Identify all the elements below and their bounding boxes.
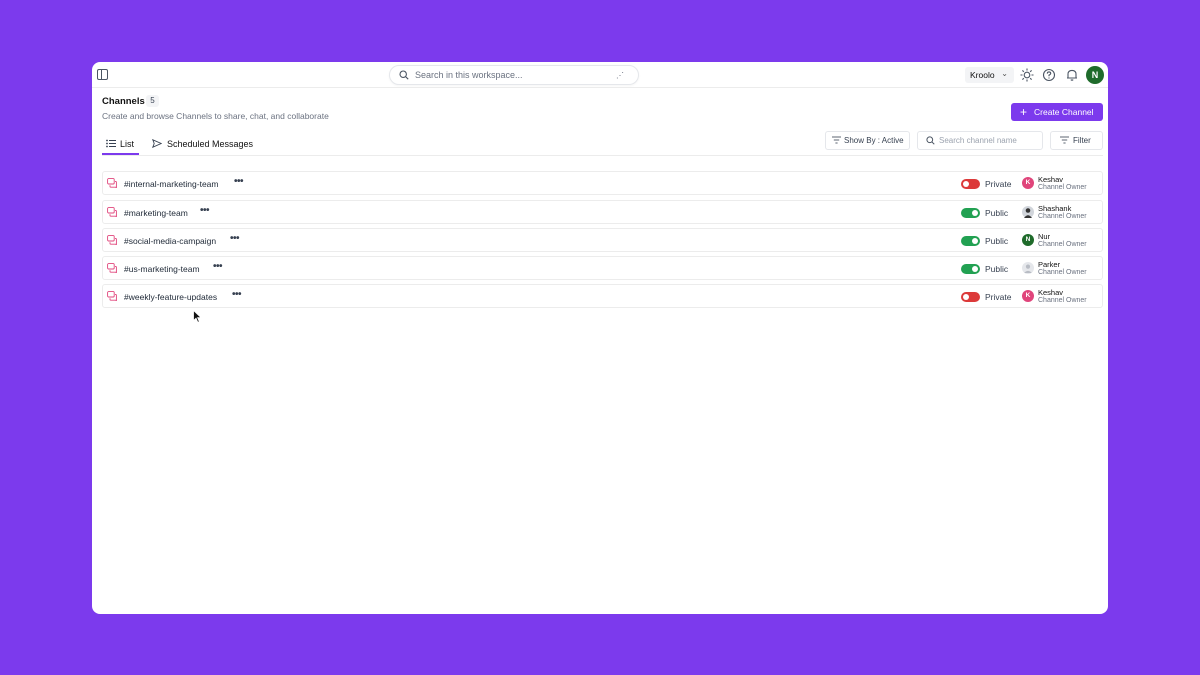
bell-icon[interactable] [1065, 68, 1079, 82]
workspace-search-input[interactable]: Search in this workspace... ⋰ [389, 65, 639, 85]
filter-label: Filter [1073, 136, 1091, 145]
channel-name[interactable]: #internal-marketing-team [124, 179, 218, 189]
owner-role: Channel Owner [1038, 297, 1087, 304]
create-channel-button[interactable]: + Create Channel [1011, 103, 1103, 121]
channel-name[interactable]: #weekly-feature-updates [124, 292, 217, 302]
show-by-label: Show By : Active [844, 136, 904, 145]
channel-chat-icon [107, 263, 117, 273]
channel-chat-icon [107, 235, 117, 245]
visibility-toggle[interactable] [961, 236, 980, 246]
search-icon [399, 70, 409, 80]
list-icon [106, 139, 116, 148]
page-title: Channels [102, 96, 145, 107]
channel-name[interactable]: #us-marketing-team [124, 264, 200, 274]
theme-sun-icon[interactable] [1020, 68, 1034, 82]
plus-icon: + [1020, 105, 1028, 119]
filter-lines-icon [832, 136, 841, 144]
search-placeholder: Search in this workspace... [415, 70, 523, 80]
visibility-label: Public [985, 208, 1009, 218]
visibility-toggle[interactable] [961, 292, 980, 302]
user-avatar[interactable]: N [1086, 66, 1104, 84]
channel-chat-icon [107, 291, 117, 301]
filter-lines-icon [1060, 136, 1069, 144]
owner-role: Channel Owner [1038, 213, 1087, 220]
visibility-label: Private [985, 292, 1012, 302]
channel-row[interactable]: #us-marketing-team ••• Public Parker Cha… [102, 256, 1103, 280]
tab-scheduled-label: Scheduled Messages [167, 139, 254, 149]
more-options-icon[interactable]: ••• [234, 176, 244, 187]
visibility-label: Public [985, 236, 1009, 246]
channel-search-input[interactable]: Search channel name [917, 131, 1043, 150]
owner-name: Nur [1038, 232, 1051, 241]
owner-avatar [1022, 262, 1034, 274]
help-icon[interactable] [1042, 68, 1056, 82]
chevron-down-icon: ⌄ [1001, 69, 1008, 78]
owner-initial: N [1025, 236, 1031, 243]
owner-name: Keshav [1038, 288, 1064, 297]
owner-role: Channel Owner [1038, 184, 1087, 191]
owner-avatar: K [1022, 290, 1034, 302]
owner-name: Shashank [1038, 204, 1072, 213]
page-subtitle: Create and browse Channels to share, cha… [102, 111, 329, 121]
toggle-knob [963, 181, 969, 187]
toggle-knob [972, 238, 978, 244]
channel-row[interactable]: #internal-marketing-team ••• Private K K… [102, 171, 1103, 195]
channel-search-placeholder: Search channel name [939, 136, 1017, 145]
app-window: Search in this workspace... ⋰ Kroolo ⌄ N… [92, 62, 1108, 614]
sidebar-toggle-icon[interactable] [97, 69, 108, 80]
toggle-knob [972, 210, 978, 216]
owner-avatar: N [1022, 234, 1034, 246]
more-options-icon[interactable]: ••• [232, 289, 242, 300]
top-bar: Search in this workspace... ⋰ Kroolo ⌄ N [92, 62, 1108, 88]
owner-name: Parker [1038, 260, 1061, 269]
tab-list-label: List [120, 139, 135, 149]
visibility-label: Public [985, 264, 1009, 274]
channel-row[interactable]: #weekly-feature-updates ••• Private K Ke… [102, 284, 1103, 308]
owner-avatar: K [1022, 177, 1034, 189]
visibility-label: Private [985, 179, 1012, 189]
filter-button[interactable]: Filter [1050, 131, 1103, 150]
toggle-knob [972, 266, 978, 272]
owner-name: Keshav [1038, 175, 1064, 184]
person-placeholder-icon [1024, 264, 1032, 273]
channel-row[interactable]: #social-media-campaign ••• Public N Nur … [102, 228, 1103, 252]
tabs-divider [102, 155, 1103, 156]
channel-row[interactable]: #marketing-team ••• Public Shashank Chan… [102, 200, 1103, 224]
more-options-icon[interactable]: ••• [230, 233, 240, 244]
toggle-knob [963, 294, 969, 300]
tab-list[interactable]: List [106, 139, 134, 149]
channel-chat-icon [107, 178, 117, 188]
send-icon [151, 138, 163, 149]
owner-initial: K [1025, 179, 1031, 186]
owner-avatar [1022, 206, 1034, 218]
visibility-toggle[interactable] [961, 264, 980, 274]
show-by-dropdown[interactable]: Show By : Active [825, 131, 910, 150]
channel-name[interactable]: #social-media-campaign [124, 236, 216, 246]
loading-spinner-icon: ⋰ [616, 71, 624, 80]
mouse-cursor-icon [193, 310, 202, 323]
owner-initial: K [1025, 292, 1031, 299]
channel-count-badge: 5 [146, 95, 159, 107]
workspace-name: Kroolo [970, 70, 995, 80]
owner-role: Channel Owner [1038, 241, 1087, 248]
create-channel-label: Create Channel [1034, 107, 1094, 117]
person-photo-icon [1024, 208, 1032, 218]
visibility-toggle[interactable] [961, 208, 980, 218]
tab-scheduled-messages[interactable]: Scheduled Messages [151, 138, 254, 149]
owner-role: Channel Owner [1038, 269, 1087, 276]
more-options-icon[interactable]: ••• [213, 261, 223, 272]
workspace-selector[interactable]: Kroolo ⌄ [965, 67, 1014, 83]
channel-name[interactable]: #marketing-team [124, 208, 188, 218]
more-options-icon[interactable]: ••• [200, 205, 210, 216]
visibility-toggle[interactable] [961, 179, 980, 189]
search-icon [926, 136, 935, 145]
channel-chat-icon [107, 207, 117, 217]
